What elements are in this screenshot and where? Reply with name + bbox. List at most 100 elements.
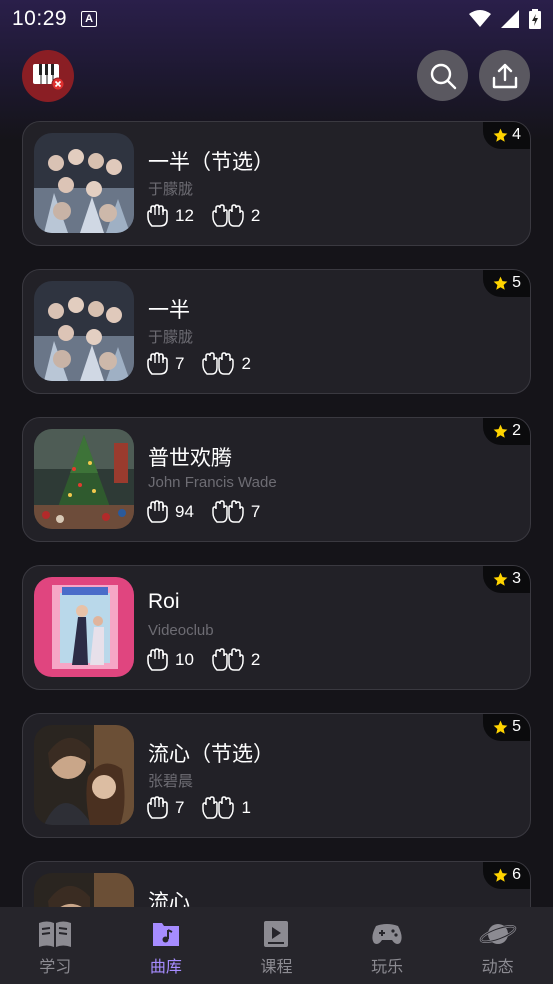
piano-connect-button[interactable] [22,50,74,102]
tab-study[interactable]: 学习 [0,907,111,984]
song-title: 一半 [148,299,190,322]
upload-button[interactable] [479,50,530,101]
song-list: 一半（节选） 于朦胧 12 2 4 一半 于朦胧 7 2 5 普世欢腾 John Francis Wa… [22,121,531,984]
video-lesson-icon [264,921,289,947]
song-stats: 94 7 [146,500,278,524]
song-artist: 于朦胧 [148,329,194,346]
song-title: 普世欢腾 [148,447,232,470]
tab-courses[interactable]: 课程 [221,907,332,984]
wifi-icon [469,10,491,27]
difficulty-value: 5 [512,718,521,735]
status-time: 10:29 [12,7,68,30]
album-cover [34,429,134,529]
piano-off-icon [33,64,65,91]
one-hand-value: 94 [175,502,194,521]
two-hands-icon [212,500,244,523]
two-hand-value: 2 [250,650,261,669]
song-stats: 10 2 [146,648,278,672]
difficulty-value: 5 [512,274,521,291]
header [0,48,553,102]
book-icon [39,921,72,947]
star-icon [493,720,508,734]
album-cover [34,133,134,233]
star-icon [493,276,508,290]
one-hand-value: 7 [175,354,185,373]
one-hand-count: 94 [146,500,194,524]
song-artist: 张碧晨 [148,773,194,790]
one-hand-count: 12 [146,204,194,228]
two-hand-value: 1 [241,798,251,817]
status-bar: 10:29 A [0,0,553,38]
battery-icon [529,9,541,29]
two-hand-count: 2 [202,352,251,376]
search-icon [430,63,456,89]
two-hand-count: 2 [212,204,260,228]
difficulty-value: 4 [512,126,521,143]
two-hand-count: 2 [212,648,260,672]
planet-icon [479,924,516,944]
a-icon: A [81,11,98,27]
album-cover [34,577,134,677]
two-hand-value: 2 [250,206,261,225]
one-hand-value: 12 [175,206,194,225]
difficulty-badge: 6 [483,862,530,889]
star-icon [493,572,508,586]
one-hand-icon [147,796,168,819]
song-stats: 12 2 [146,204,278,228]
one-hand-value: 10 [175,650,194,669]
song-card[interactable]: Roi Videoclub 10 2 3 [22,565,531,690]
one-hand-icon [147,204,168,227]
one-hand-icon [147,500,168,523]
difficulty-badge: 2 [483,418,530,445]
tab-feed[interactable]: 动态 [442,907,553,984]
song-stats: 71 [146,796,269,820]
difficulty-value: 6 [512,866,521,883]
song-artist: 于朦胧 [148,181,194,198]
one-hand-value: 7 [175,798,185,817]
song-card[interactable]: 一半 于朦胧 7 2 5 [22,269,531,394]
tab-label: 课程 [260,959,293,976]
song-title: 流心（节选） [148,743,274,766]
tab-label: 动态 [481,959,514,976]
tab-label: 曲库 [149,959,182,976]
two-hands-icon [212,204,244,227]
one-hand-count: 7 [146,796,184,820]
gamepad-icon [372,924,402,944]
bottom-tab-bar: 学习 曲库 课程 玩乐 动态 [0,907,553,984]
album-cover [34,725,134,825]
star-icon [493,424,508,438]
song-title: Roi [148,590,180,613]
tab-label: 玩乐 [371,959,404,976]
album-cover [34,281,134,381]
tab-play[interactable]: 玩乐 [332,907,443,984]
one-hand-icon [147,352,168,375]
two-hand-count: 7 [212,500,260,524]
two-hands-icon [202,796,235,819]
song-artist: Videoclub [148,622,214,639]
one-hand-count: 7 [146,352,184,376]
two-hand-count: 1 [202,796,251,820]
difficulty-value: 2 [512,422,521,439]
difficulty-badge: 3 [483,566,530,593]
two-hand-value: 2 [241,354,251,373]
one-hand-count: 10 [146,648,194,672]
difficulty-value: 3 [512,570,521,587]
two-hand-value: 7 [250,502,261,521]
upload-icon [492,63,517,88]
difficulty-badge: 5 [483,270,530,297]
song-card[interactable]: 一半（节选） 于朦胧 12 2 4 [22,121,531,246]
star-icon [493,128,508,142]
status-icons [469,9,541,29]
song-card[interactable]: 流心（节选） 张碧晨 7 1 5 [22,713,531,838]
music-folder-icon [152,923,179,946]
difficulty-badge: 4 [483,122,530,149]
one-hand-icon [147,648,168,671]
song-card[interactable]: 普世欢腾 John Francis Wade 94 7 2 [22,417,531,542]
signal-icon [501,10,519,28]
song-stats: 72 [146,352,269,376]
song-artist: John Francis Wade [148,474,277,491]
tab-library[interactable]: 曲库 [111,907,222,984]
search-button[interactable] [417,50,468,101]
difficulty-badge: 5 [483,714,530,741]
two-hands-icon [212,648,244,671]
